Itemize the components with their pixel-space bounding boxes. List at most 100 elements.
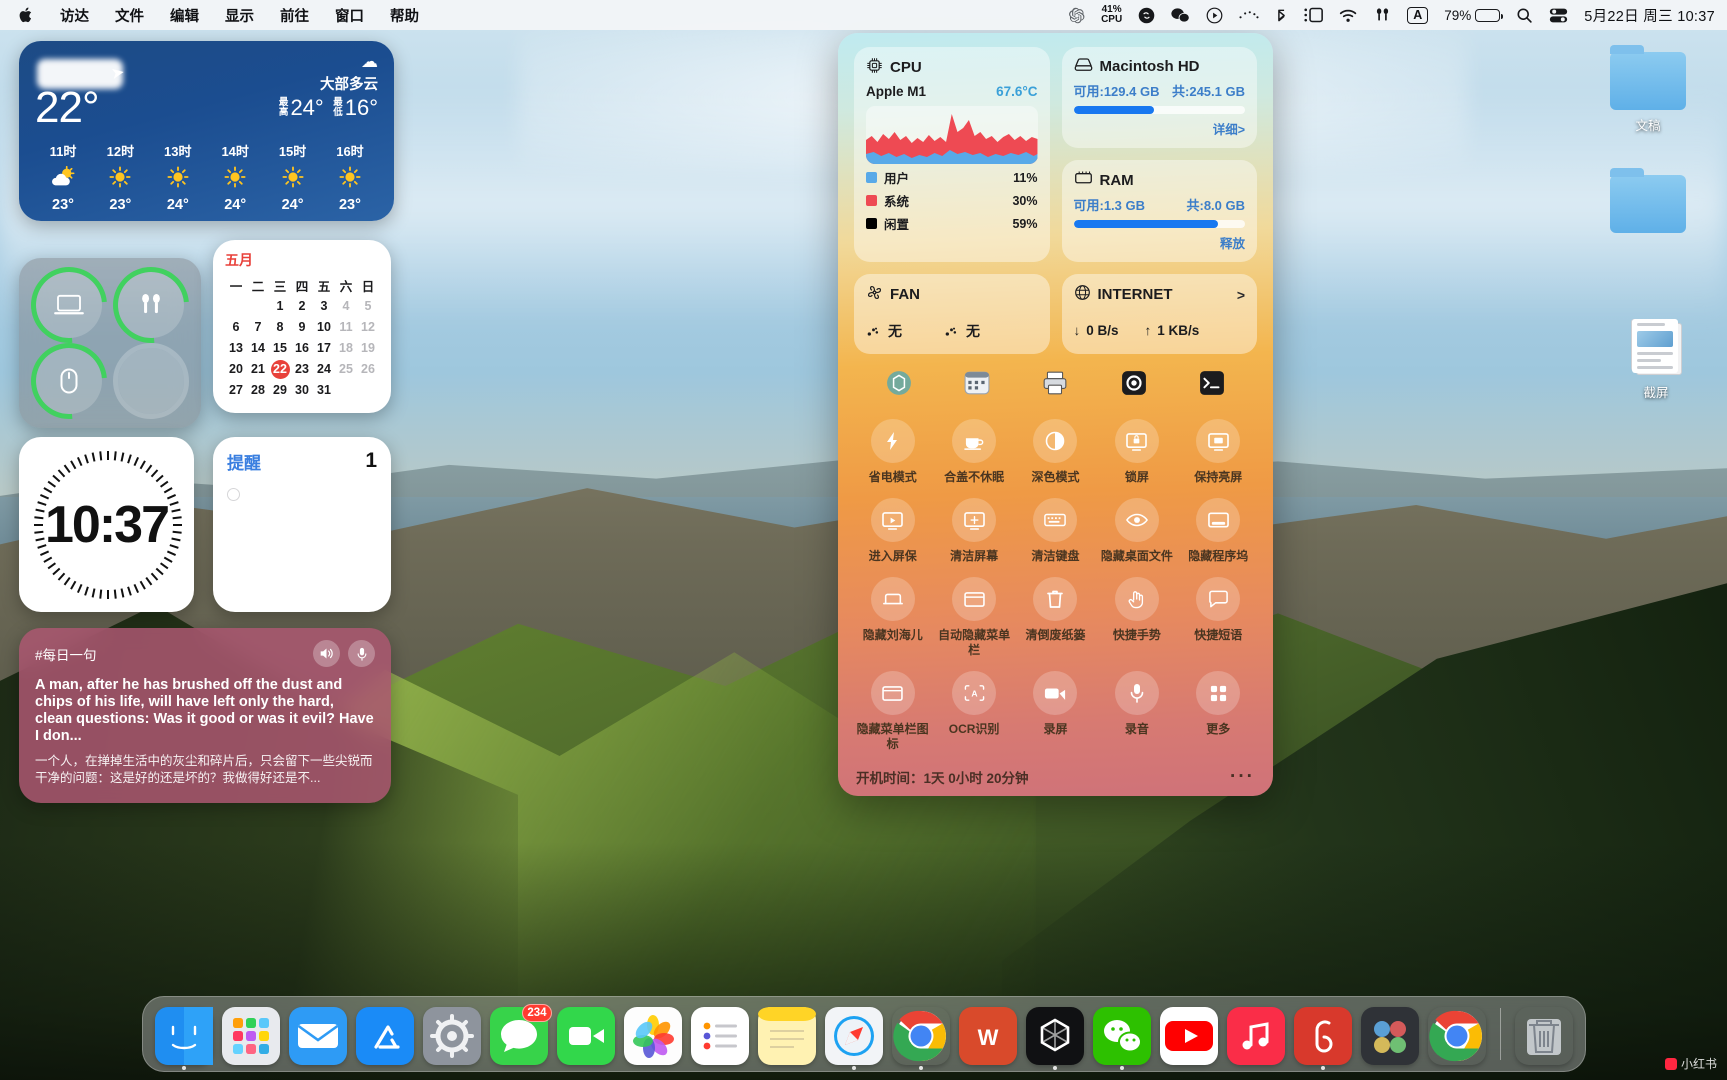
calendar-day[interactable]: 12 [357, 318, 379, 337]
calendar-day[interactable]: 28 [247, 381, 269, 400]
battery-ring-item[interactable] [113, 270, 189, 340]
ram-card[interactable]: RAM 可用:1.3 GB 共:8.0 GB 释放 [1061, 160, 1257, 262]
fan-card[interactable]: FAN 无 无 [854, 274, 1050, 354]
calendar-day[interactable]: 9 [291, 318, 313, 337]
menu-item-go[interactable]: 前往 [280, 5, 309, 26]
camera-icon[interactable] [1119, 368, 1149, 398]
toggle-contrast[interactable]: 深色模式 [1015, 412, 1096, 489]
toggle-clean-screen[interactable]: 清洁屏幕 [933, 491, 1014, 568]
menu-item-view[interactable]: 显示 [225, 5, 254, 26]
toggle-phrase[interactable]: 快捷短语 [1178, 570, 1259, 662]
dock-item-davinci-resolve[interactable] [1360, 1007, 1419, 1065]
ellipsis-icon[interactable]: ··· [1230, 766, 1255, 788]
dock-item-photos[interactable] [623, 1007, 682, 1065]
toggle-keyboard[interactable]: 清洁键盘 [1015, 491, 1096, 568]
calendar-day[interactable]: 13 [225, 339, 247, 358]
dock-item-trash[interactable] [1515, 1007, 1573, 1065]
clock-widget[interactable]: 10:37 [19, 437, 194, 612]
screen-mirror-icon[interactable] [1304, 4, 1324, 26]
battery-indicator[interactable]: 79% [1444, 8, 1504, 23]
toggle-bolt[interactable]: 省电模式 [852, 412, 933, 489]
menu-item-edit[interactable]: 编辑 [170, 5, 199, 26]
toggle-lock-screen[interactable]: 锁屏 [1096, 412, 1177, 489]
calendar-day[interactable]: 5 [357, 297, 379, 316]
calendar-widget[interactable]: 五月 一二三四五六日 1 2 3 4 5 6 7 8 9 10 11 12 13 14 15 16 17 18 19 2… [213, 240, 391, 413]
calendar-day[interactable]: 7 [247, 318, 269, 337]
dock-item-chrome-canary[interactable] [1428, 1007, 1486, 1065]
calendar-day[interactable]: 23 [291, 360, 313, 379]
weather-widget[interactable]: 22° ☁ 大部多云 最高 24° 最低 16° ➤ 11时 23° 12时 23° 1… [19, 41, 394, 221]
menu-item-finder[interactable]: 访达 [60, 5, 89, 26]
desktop-icon-folder-2[interactable] [1600, 168, 1696, 238]
menubar-datetime[interactable]: 5月22日 周三 10:37 [1584, 5, 1715, 26]
calendar-day[interactable]: 10 [313, 318, 335, 337]
dock-item-youtube[interactable] [1159, 1007, 1218, 1065]
menu-item-window[interactable]: 窗口 [335, 5, 364, 26]
terminal-icon[interactable] [1197, 368, 1227, 398]
shazam-icon[interactable] [1138, 4, 1155, 26]
dock-item-finder[interactable] [154, 1007, 213, 1070]
printer-icon[interactable] [1040, 368, 1070, 398]
calendar-day[interactable]: 29 [269, 381, 291, 400]
calendar-day[interactable]: 30 [291, 381, 313, 400]
dock-item-chatgpt[interactable] [1025, 1007, 1084, 1070]
internet-card[interactable]: INTERNET > ↓ 0 B/s ↑ 1 KB/s [1061, 274, 1257, 354]
daily-quote-widget[interactable]: #每日一句 A man, after he has brushed off th… [19, 628, 391, 803]
cpu-usage-indicator[interactable]: 41% CPU [1101, 5, 1122, 25]
dock-item-facetime[interactable] [556, 1007, 615, 1065]
dock-item-launchpad[interactable] [221, 1007, 280, 1065]
battery-ring-item[interactable] [31, 346, 107, 416]
dock-item-mail[interactable] [288, 1007, 347, 1065]
calendar-day[interactable]: 1 [269, 297, 291, 316]
dock-item-messages[interactable]: 234 [489, 1004, 552, 1065]
dock-item-wechat[interactable] [1092, 1007, 1151, 1070]
input-method-icon[interactable]: A [1407, 6, 1429, 24]
calendar-day[interactable]: 8 [269, 318, 291, 337]
calendar-day[interactable]: 17 [313, 339, 335, 358]
toggle-menubar[interactable]: 自动隐藏菜单栏 [933, 570, 1014, 662]
disk-card[interactable]: Macintosh HD 可用:129.4 GB 共:245.1 GB 详细> [1061, 47, 1257, 148]
speaker-icon[interactable] [313, 640, 340, 667]
mic-icon[interactable] [348, 640, 375, 667]
calendar-day[interactable]: 6 [225, 318, 247, 337]
apple-logo-icon[interactable] [18, 6, 34, 24]
desktop-icon-screenshots[interactable]: 截屏 [1608, 315, 1704, 401]
toggle-grid[interactable]: 更多 [1178, 664, 1259, 756]
dock-item-netease-music[interactable] [1293, 1007, 1352, 1070]
calendar-day[interactable]: 2 [291, 297, 313, 316]
play-icon[interactable] [1206, 4, 1223, 26]
cpu-card[interactable]: CPU Apple M1 67.6°C 用户 11% 系统 30% 闲置 59% [854, 47, 1050, 262]
calendar-day[interactable]: 3 [313, 297, 335, 316]
calendar-day-today[interactable]: 22 [270, 360, 290, 379]
calendar-day[interactable]: 31 [313, 381, 335, 400]
dock-item-reminders[interactable] [690, 1007, 749, 1065]
toggle-display-awake[interactable]: 保持亮屏 [1178, 412, 1259, 489]
reminders-widget[interactable]: 提醒 1 [213, 437, 391, 612]
airpods-icon[interactable] [1374, 4, 1391, 26]
ram-release-link[interactable]: 释放 [1074, 233, 1245, 252]
dock-item-wps[interactable]: W [958, 1007, 1017, 1065]
menu-item-help[interactable]: 帮助 [390, 5, 419, 26]
calendar-day[interactable]: 16 [291, 339, 313, 358]
dock-item-system-settings[interactable] [422, 1007, 481, 1065]
menu-item-file[interactable]: 文件 [115, 5, 144, 26]
desktop-icon-documents[interactable]: 文稿 [1600, 45, 1696, 134]
wifi-icon[interactable] [1339, 4, 1358, 26]
openai-icon[interactable] [1068, 4, 1085, 26]
toggle-mic[interactable]: 录音 [1096, 664, 1177, 756]
calendar-day[interactable]: 18 [335, 339, 357, 358]
dots-icon[interactable] [1239, 4, 1259, 26]
toggle-gesture[interactable]: 快捷手势 [1096, 570, 1177, 662]
system-monitor-panel[interactable]: CPU Apple M1 67.6°C 用户 11% 系统 30% 闲置 59% [838, 33, 1273, 796]
bluetooth-icon[interactable] [1275, 4, 1288, 26]
toggle-screensaver[interactable]: 进入屏保 [852, 491, 933, 568]
battery-ring-item[interactable] [113, 346, 189, 416]
dock-item-music[interactable] [1226, 1007, 1285, 1065]
calendar-day[interactable]: 15 [269, 339, 291, 358]
calendar-day[interactable]: 11 [335, 318, 357, 337]
battery-ring-item[interactable] [31, 270, 107, 340]
calendar-day[interactable]: 25 [335, 360, 357, 379]
control-center-icon[interactable] [1549, 4, 1568, 26]
calendar-day[interactable]: 14 [247, 339, 269, 358]
battery-rings-widget[interactable] [19, 258, 201, 428]
